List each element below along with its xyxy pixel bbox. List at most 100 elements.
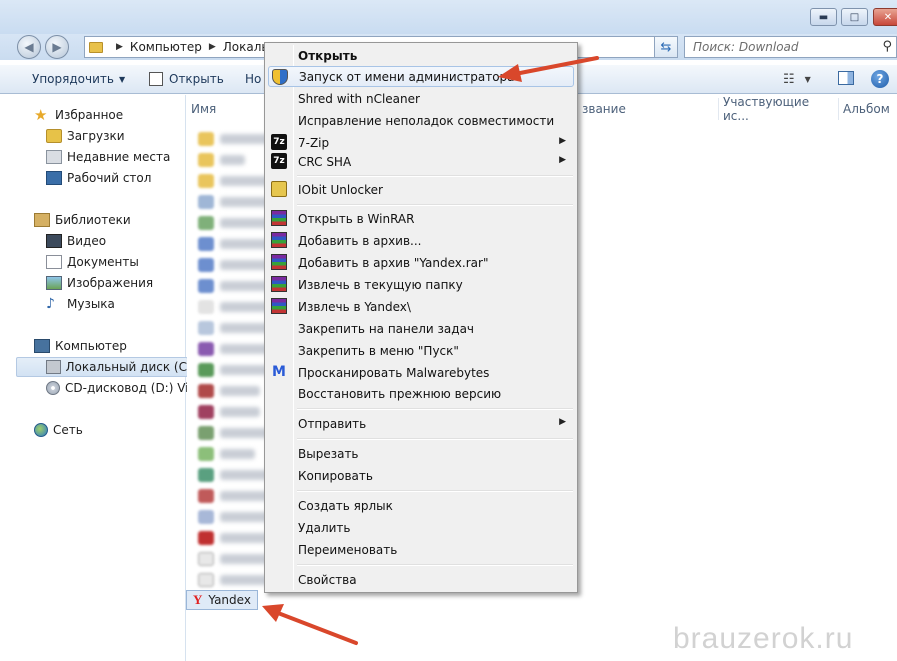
column-header-album[interactable]: Альбом [838, 98, 897, 120]
menu-item-add-archive[interactable]: Добавить в архив... [268, 230, 574, 251]
recent-places-icon [46, 150, 62, 164]
sidebar-item-music[interactable]: ♪ Музыка [46, 294, 115, 314]
close-button[interactable]: ✕ [873, 8, 897, 26]
preview-pane-icon [838, 71, 854, 85]
libraries-icon [34, 213, 50, 227]
file-icon [198, 552, 214, 566]
back-arrow-icon: ◀ [24, 40, 34, 54]
menu-separator [297, 408, 573, 410]
menu-item-malwarebytes[interactable]: M Просканировать Malwarebytes [268, 362, 574, 383]
sidebar-item-cd-drive[interactable]: CD-дисковод (D:) Vi [46, 378, 189, 398]
star-icon: ★ [34, 106, 48, 124]
menu-item-7zip[interactable]: 7z 7-Zip ▶ [268, 132, 574, 153]
menu-item-create-shortcut[interactable]: Создать ярлык [268, 495, 574, 516]
menu-item-label: Исправление неполадок совместимости [298, 113, 555, 128]
new-folder-button[interactable]: Но [245, 72, 261, 86]
menu-item-properties[interactable]: Свойства [268, 569, 574, 590]
menu-item-iobit-unlocker[interactable]: IObit Unlocker [268, 179, 574, 200]
menu-item-cut[interactable]: Вырезать [268, 443, 574, 464]
sidebar-item-label: Сеть [53, 423, 83, 437]
help-button[interactable]: ? [871, 70, 889, 88]
selected-file-yandex[interactable]: Y Yandex [186, 590, 258, 610]
sidebar-item-label: Документы [67, 255, 139, 269]
chevron-down-icon: ▼ [118, 74, 126, 84]
menu-item-open-winrar[interactable]: Открыть в WinRAR [268, 208, 574, 229]
menu-item-open[interactable]: Открыть [268, 45, 574, 66]
preview-pane-button[interactable] [838, 71, 854, 85]
search-input[interactable]: Поиск: Download ⚲ [684, 36, 897, 58]
list-item[interactable] [198, 150, 245, 170]
malwarebytes-icon: M [272, 364, 286, 380]
sidebar-item-documents[interactable]: Документы [46, 252, 139, 272]
menu-item-label: 7-Zip [298, 135, 330, 150]
menu-item-rename[interactable]: Переименовать [268, 539, 574, 560]
minimize-button[interactable]: ▬ [810, 8, 837, 26]
menu-item-copy[interactable]: Копировать [268, 465, 574, 486]
column-header-title[interactable]: звание [578, 98, 718, 120]
sidebar-item-downloads[interactable]: Загрузки [46, 126, 125, 146]
uac-shield-icon [272, 69, 288, 85]
menu-item-pin-start[interactable]: Закрепить в меню "Пуск" [268, 340, 574, 361]
downloads-folder-icon [46, 129, 62, 143]
winrar-icon [271, 232, 287, 248]
organize-button[interactable]: Упорядочить ▼ [32, 72, 125, 86]
sidebar-item-video[interactable]: Видео [46, 231, 106, 251]
menu-item-label: Извлечь в Yandex\ [298, 299, 411, 314]
menu-item-pin-taskbar[interactable]: Закрепить на панели задач [268, 318, 574, 339]
help-icon: ? [876, 72, 884, 86]
menu-item-compatibility[interactable]: Исправление неполадок совместимости [268, 110, 574, 131]
search-icon[interactable]: ⚲ [882, 39, 892, 54]
file-icon [198, 405, 214, 419]
menu-separator [297, 490, 573, 492]
refresh-button[interactable]: ⇆ [654, 36, 678, 58]
view-options-button[interactable]: ☷ ▼ [783, 72, 811, 87]
menu-item-extract-yandex[interactable]: Извлечь в Yandex\ [268, 296, 574, 317]
menu-item-add-yandex-rar[interactable]: Добавить в архив "Yandex.rar" [268, 252, 574, 273]
maximize-button[interactable]: □ [841, 8, 868, 26]
forward-button[interactable]: ▶ [45, 35, 69, 59]
sidebar-item-favorites[interactable]: ★ Избранное [34, 105, 123, 125]
open-label: Открыть [169, 72, 224, 86]
sidebar-item-network[interactable]: Сеть [34, 420, 83, 440]
menu-item-send-to[interactable]: Отправить ▶ [268, 413, 574, 434]
menu-item-label: Отправить [298, 416, 367, 431]
sidebar-item-images[interactable]: Изображения [46, 273, 153, 293]
sidebar-item-recent[interactable]: Недавние места [46, 147, 170, 167]
menu-item-extract-here[interactable]: Извлечь в текущую папку [268, 274, 574, 295]
menu-item-run-as-admin[interactable]: Запуск от имени администратора [268, 66, 574, 87]
menu-item-label: Запуск от имени администратора [299, 69, 515, 84]
file-name: Yandex [208, 593, 251, 607]
breadcrumb-computer[interactable]: Компьютер [130, 40, 202, 54]
list-item[interactable] [198, 402, 260, 422]
refresh-icon: ⇆ [660, 39, 672, 55]
menu-item-restore-version[interactable]: Восстановить прежнюю версию [268, 383, 574, 404]
menu-separator [297, 438, 573, 440]
menu-item-label: Закрепить на панели задач [298, 321, 475, 336]
list-item[interactable] [198, 444, 255, 464]
sidebar-item-desktop[interactable]: Рабочий стол [46, 168, 151, 188]
back-button[interactable]: ◀ [17, 35, 41, 59]
open-button[interactable]: Открыть [149, 72, 224, 86]
menu-item-label: Свойства [298, 572, 357, 587]
list-item[interactable] [198, 381, 260, 401]
menu-item-delete[interactable]: Удалить [268, 517, 574, 538]
submenu-arrow-icon: ▶ [559, 155, 566, 165]
menu-separator [297, 204, 573, 206]
file-icon [198, 447, 214, 461]
sidebar-item-local-disk[interactable]: Локальный диск (C [16, 357, 188, 377]
submenu-arrow-icon: ▶ [559, 136, 566, 146]
title-bar: ▬ □ ✕ [0, 0, 897, 34]
menu-item-label: Копировать [298, 468, 373, 483]
column-header-participants[interactable]: Участвующие ис... [718, 95, 838, 123]
menu-item-crc-sha[interactable]: 7z CRC SHA ▶ [268, 151, 574, 172]
column-label: Имя [191, 102, 217, 116]
menu-item-label: Добавить в архив... [298, 233, 422, 248]
blurred-filename [220, 449, 255, 459]
menu-item-shred[interactable]: Shred with nCleaner [268, 88, 574, 109]
winrar-icon [271, 276, 287, 292]
folder-icon [89, 41, 103, 53]
sidebar-item-libraries[interactable]: Библиотеки [34, 210, 131, 230]
documents-library-icon [46, 255, 62, 269]
menu-item-label: Добавить в архив "Yandex.rar" [298, 255, 489, 270]
sidebar-item-computer[interactable]: Компьютер [34, 336, 127, 356]
